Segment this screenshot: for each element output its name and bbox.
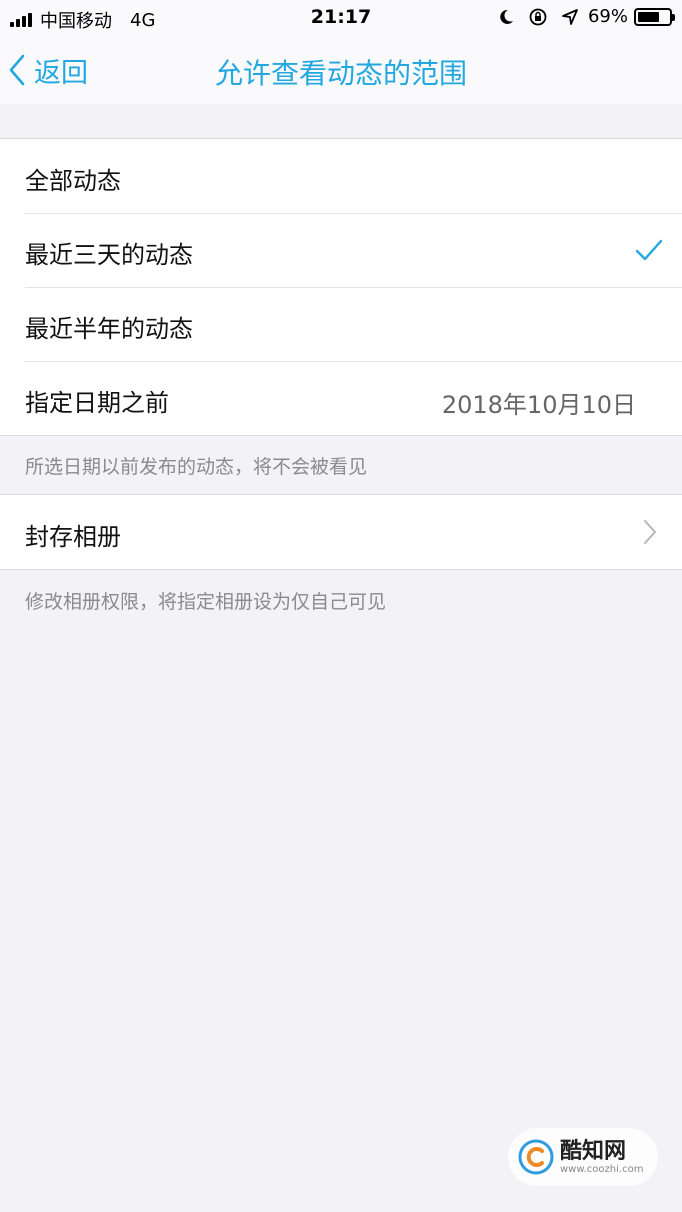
- archive-group: 封存相册: [0, 494, 682, 570]
- archive-albums-row[interactable]: 封存相册: [0, 495, 682, 569]
- watermark-name: 酷知网: [560, 1138, 627, 1164]
- checkmark-icon: [635, 239, 663, 261]
- rotation-lock-icon: [529, 8, 547, 25]
- option-label: 最近半年的动态: [25, 315, 193, 343]
- battery-icon: [634, 7, 675, 26]
- battery-fill: [638, 11, 659, 22]
- option-label: 指定日期之前: [25, 389, 169, 417]
- archive-label: 封存相册: [25, 523, 121, 551]
- option-label: 最近三天的动态: [25, 241, 193, 269]
- visibility-options-group: 全部动态 最近三天的动态 最近半年的动态 指定日期之前 2018年10月10日: [0, 138, 682, 436]
- option-last-three-days[interactable]: 最近三天的动态: [0, 213, 682, 287]
- watermark-url: www.coozhi.com: [560, 1163, 644, 1175]
- moon-icon: [500, 9, 513, 24]
- coozhi-logo-icon: [518, 1139, 554, 1175]
- archive-footnote: 修改相册权限，将指定相册设为仅自己可见: [25, 591, 387, 613]
- option-last-half-year[interactable]: 最近半年的动态: [0, 287, 682, 361]
- status-right: 69%: [484, 6, 675, 27]
- option-before-date[interactable]: 指定日期之前 2018年10月10日: [0, 361, 682, 435]
- chevron-right-icon: [644, 520, 656, 544]
- option-label: 全部动态: [25, 167, 121, 195]
- selected-date-value: 2018年10月10日: [441, 391, 636, 419]
- option-all-posts[interactable]: 全部动态: [0, 139, 682, 213]
- location-icon: [562, 8, 578, 25]
- site-watermark: 酷知网 www.coozhi.com: [508, 1128, 658, 1186]
- status-bar: 中国移动 4G 21:17 69%: [0, 0, 682, 36]
- navigation-bar: 返回 允许查看动态的范围: [0, 36, 682, 104]
- options-footnote: 所选日期以前发布的动态，将不会被看见: [25, 456, 368, 478]
- page-title: 允许查看动态的范围: [214, 57, 467, 90]
- battery-percent: 69%: [587, 6, 628, 27]
